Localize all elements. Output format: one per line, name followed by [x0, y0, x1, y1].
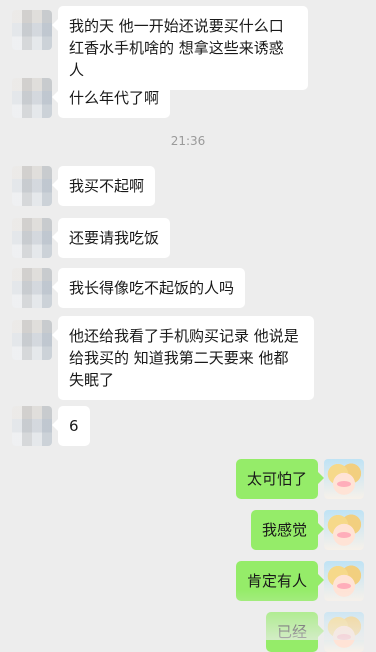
- message-bubble-incoming[interactable]: 6: [52, 406, 90, 446]
- self-avatar[interactable]: [324, 561, 364, 601]
- self-avatar[interactable]: [324, 510, 364, 550]
- message-bubble-incoming[interactable]: 还要请我吃饭: [51, 218, 171, 258]
- self-avatar[interactable]: [324, 612, 364, 652]
- message-bubble-outgoing[interactable]: 我感觉: [250, 510, 325, 550]
- contact-avatar[interactable]: [12, 78, 52, 118]
- contact-avatar[interactable]: [12, 218, 52, 258]
- chat-area[interactable]: 我的天 他一开始还说要买什么口红香水手机啥的 想拿这些来诱惑人 什么年代了啊 2…: [0, 0, 376, 652]
- message-text: 我感觉: [261, 521, 307, 539]
- chat-timestamp: 21:36: [170, 134, 206, 148]
- self-avatar[interactable]: [324, 459, 364, 499]
- message-text: 太可怕了: [246, 470, 307, 488]
- message-text: 我的天 他一开始还说要买什么口红香水手机啥的 想拿这些来诱惑人: [69, 17, 284, 79]
- contact-avatar[interactable]: [12, 268, 52, 308]
- message-bubble-incoming[interactable]: 我长得像吃不起饭的人吗: [51, 268, 246, 308]
- message-text: 我买不起啊: [69, 177, 145, 195]
- message-text: 已经: [276, 623, 307, 641]
- contact-avatar[interactable]: [12, 10, 52, 50]
- message-bubble-outgoing[interactable]: 已经: [265, 612, 325, 652]
- message-bubble-incoming[interactable]: 他还给我看了手机购买记录 他说是给我买的 知道我第二天要来 他都失眠了: [52, 316, 314, 400]
- contact-avatar[interactable]: [12, 406, 52, 446]
- message-bubble-incoming[interactable]: 什么年代了啊: [51, 78, 171, 118]
- message-text: 6: [69, 417, 79, 435]
- message-text: 什么年代了啊: [69, 89, 160, 107]
- message-bubble-incoming[interactable]: 我买不起啊: [51, 166, 156, 206]
- contact-avatar[interactable]: [12, 166, 52, 206]
- message-text: 肯定有人: [246, 572, 307, 590]
- message-bubble-outgoing[interactable]: 肯定有人: [235, 561, 325, 601]
- contact-avatar[interactable]: [12, 320, 52, 360]
- message-bubble-outgoing[interactable]: 太可怕了: [235, 459, 325, 499]
- message-text: 还要请我吃饭: [69, 229, 160, 247]
- message-text: 他还给我看了手机购买记录 他说是给我买的 知道我第二天要来 他都失眠了: [69, 327, 299, 389]
- message-text: 我长得像吃不起饭的人吗: [69, 279, 235, 297]
